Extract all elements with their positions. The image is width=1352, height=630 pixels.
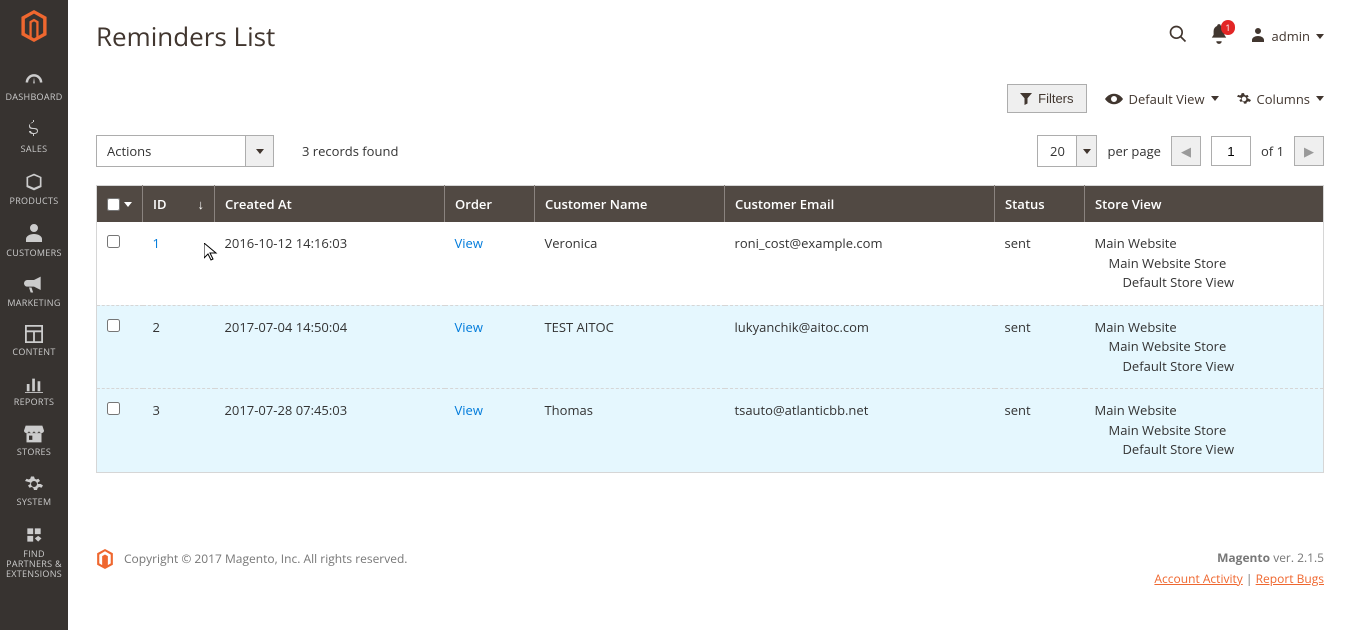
version-label: Magento ver. 2.1.5 bbox=[1154, 549, 1324, 566]
person-icon bbox=[26, 224, 42, 244]
cell-customer-email: lukyanchik@aitoc.com bbox=[725, 305, 995, 389]
reminders-grid: ID↓ Created At Order Customer Name Custo… bbox=[96, 185, 1324, 473]
col-order[interactable]: Order bbox=[445, 186, 535, 223]
table-row[interactable]: 2 2017-07-04 14:50:04 View TEST AITOC lu… bbox=[97, 305, 1324, 389]
gear-icon bbox=[25, 475, 43, 493]
view-order-link[interactable]: View bbox=[455, 401, 483, 419]
view-order-link[interactable]: View bbox=[455, 234, 483, 252]
eye-icon bbox=[1105, 93, 1123, 105]
gauge-icon bbox=[24, 72, 44, 88]
col-id[interactable]: ID↓ bbox=[143, 186, 215, 223]
row-id-link[interactable]: 1 bbox=[153, 234, 160, 252]
col-checkbox[interactable] bbox=[97, 186, 143, 223]
magento-logo-small-icon bbox=[96, 549, 114, 569]
chevron-down-icon bbox=[1316, 96, 1324, 101]
dollar-icon bbox=[27, 120, 41, 140]
cell-id: 3 bbox=[143, 389, 215, 473]
records-found-label: 3 records found bbox=[302, 142, 398, 160]
per-page-label: per page bbox=[1107, 142, 1160, 160]
page-footer: Copyright © 2017 Magento, Inc. All right… bbox=[96, 533, 1324, 611]
cell-created-at: 2016-10-12 14:16:03 bbox=[215, 222, 445, 305]
col-status[interactable]: Status bbox=[995, 186, 1085, 223]
row-checkbox[interactable] bbox=[107, 319, 120, 332]
table-row[interactable]: 1 2016-10-12 14:16:03 View Veronica roni… bbox=[97, 222, 1324, 305]
nav-reports[interactable]: REPORTS bbox=[0, 367, 68, 417]
cell-id: 2 bbox=[143, 305, 215, 389]
page-size-select[interactable]: 20 bbox=[1037, 135, 1097, 167]
admin-username: admin bbox=[1272, 27, 1310, 45]
funnel-icon bbox=[1020, 93, 1032, 105]
cell-customer-name: Thomas bbox=[535, 389, 725, 473]
cell-customer-email: tsauto@atlanticbb.net bbox=[725, 389, 995, 473]
row-checkbox[interactable] bbox=[107, 402, 120, 415]
columns-dropdown[interactable]: Columns bbox=[1237, 90, 1324, 108]
nav-system[interactable]: SYSTEM bbox=[0, 467, 68, 517]
cell-created-at: 2017-07-04 14:50:04 bbox=[215, 305, 445, 389]
cell-created-at: 2017-07-28 07:45:03 bbox=[215, 389, 445, 473]
chevron-down-icon[interactable] bbox=[1077, 135, 1097, 167]
cell-customer-name: TEST AITOC bbox=[535, 305, 725, 389]
chevron-down-icon[interactable] bbox=[246, 135, 274, 167]
nav-customers[interactable]: CUSTOMERS bbox=[0, 216, 68, 268]
page-title: Reminders List bbox=[96, 18, 275, 54]
copyright-text: Copyright © 2017 Magento, Inc. All right… bbox=[124, 550, 407, 567]
account-activity-link[interactable]: Account Activity bbox=[1154, 570, 1242, 587]
notifications-icon[interactable]: 1 bbox=[1210, 24, 1228, 48]
megaphone-icon bbox=[24, 276, 44, 294]
admin-sidenav: DASHBOARD SALES PRODUCTS CUSTOMERS MARKE… bbox=[0, 0, 68, 630]
row-checkbox[interactable] bbox=[107, 235, 120, 248]
nav-content[interactable]: CONTENT bbox=[0, 317, 68, 367]
col-created-at[interactable]: Created At bbox=[215, 186, 445, 223]
main-content: Reminders List 1 admin Filters bbox=[68, 0, 1352, 630]
notification-badge: 1 bbox=[1221, 20, 1234, 35]
table-row[interactable]: 3 2017-07-28 07:45:03 View Thomas tsauto… bbox=[97, 389, 1324, 473]
user-icon bbox=[1250, 28, 1266, 44]
cell-store-view: Main Website Main Website Store Default … bbox=[1085, 305, 1324, 389]
admin-user-menu[interactable]: admin bbox=[1250, 27, 1324, 45]
bars-icon bbox=[25, 375, 43, 393]
cell-customer-email: roni_cost@example.com bbox=[725, 222, 995, 305]
nav-sales[interactable]: SALES bbox=[0, 112, 68, 164]
cell-status: sent bbox=[995, 305, 1085, 389]
storefront-icon bbox=[24, 425, 44, 443]
col-customer-email[interactable]: Customer Email bbox=[725, 186, 995, 223]
col-customer-name[interactable]: Customer Name bbox=[535, 186, 725, 223]
current-page-input[interactable] bbox=[1211, 136, 1251, 166]
chevron-down-icon bbox=[1211, 96, 1219, 101]
cell-status: sent bbox=[995, 222, 1085, 305]
cell-status: sent bbox=[995, 389, 1085, 473]
nav-dashboard[interactable]: DASHBOARD bbox=[0, 64, 68, 112]
prev-page-button[interactable]: ◀ bbox=[1171, 136, 1201, 166]
next-page-button[interactable]: ▶ bbox=[1294, 136, 1324, 166]
cell-store-view: Main Website Main Website Store Default … bbox=[1085, 222, 1324, 305]
chevron-down-icon[interactable] bbox=[124, 202, 132, 207]
default-view-dropdown[interactable]: Default View bbox=[1105, 90, 1219, 108]
filters-button[interactable]: Filters bbox=[1007, 84, 1086, 113]
cell-store-view: Main Website Main Website Store Default … bbox=[1085, 389, 1324, 473]
nav-products[interactable]: PRODUCTS bbox=[0, 164, 68, 216]
partners-icon bbox=[24, 525, 44, 545]
nav-marketing[interactable]: MARKETING bbox=[0, 268, 68, 318]
magento-logo-icon[interactable] bbox=[20, 10, 48, 46]
select-all-checkbox[interactable] bbox=[107, 198, 120, 211]
columns-gear-icon bbox=[1237, 92, 1251, 106]
search-icon[interactable] bbox=[1168, 24, 1188, 48]
col-store-view[interactable]: Store View bbox=[1085, 186, 1324, 223]
report-bugs-link[interactable]: Report Bugs bbox=[1256, 570, 1324, 587]
nav-stores[interactable]: STORES bbox=[0, 417, 68, 467]
chevron-down-icon bbox=[1316, 34, 1324, 39]
box-icon bbox=[24, 172, 44, 192]
view-order-link[interactable]: View bbox=[455, 318, 483, 336]
cell-customer-name: Veronica bbox=[535, 222, 725, 305]
of-pages-label: of 1 bbox=[1261, 142, 1284, 160]
nav-partners[interactable]: FIND PARTNERS & EXTENSIONS bbox=[0, 517, 68, 589]
mass-actions-select[interactable]: Actions bbox=[96, 135, 274, 167]
layout-icon bbox=[25, 325, 43, 343]
